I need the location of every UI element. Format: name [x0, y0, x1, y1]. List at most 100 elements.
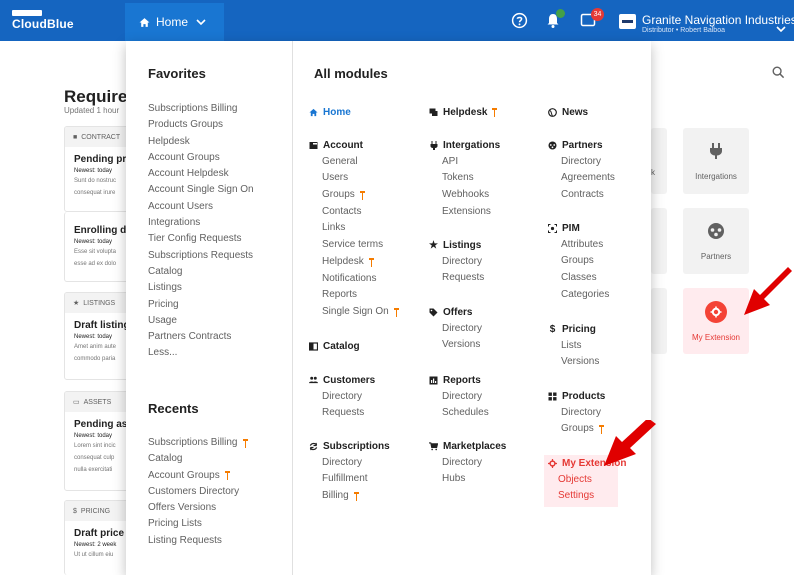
module-link[interactable]: Versions	[548, 354, 666, 371]
module-header[interactable]: Partners	[548, 137, 666, 154]
module-header[interactable]: News	[548, 104, 666, 121]
cloudblue-logo[interactable]: CloudBlue	[12, 10, 92, 31]
module-home[interactable]: Home	[309, 104, 427, 121]
module-header[interactable]: Reports	[429, 372, 547, 389]
module-link[interactable]: Classes	[548, 270, 666, 287]
module-header[interactable]: Account	[309, 137, 427, 154]
module-link[interactable]: Requests	[309, 405, 427, 422]
pin-icon[interactable]	[393, 307, 399, 317]
favorite-item[interactable]: Tier Config Requests	[148, 231, 254, 247]
module-header[interactable]: PIM	[548, 220, 666, 237]
favorite-item[interactable]: Account Groups	[148, 150, 254, 166]
enrolling-card[interactable]: Enrolling dis Newest: today Esse sit vol…	[64, 212, 134, 282]
card-newest: Newest: today	[74, 433, 113, 439]
recent-item[interactable]: Customers Directory	[148, 484, 248, 500]
tile-integrations[interactable]: Intergations	[683, 128, 749, 194]
favorite-item[interactable]: Account Users	[148, 199, 254, 215]
home-nav-button[interactable]: Home	[125, 3, 224, 41]
module-link[interactable]: Directory	[429, 254, 547, 271]
recent-item[interactable]: Offers Versions	[148, 500, 248, 516]
favorite-item[interactable]: Subscriptions Billing	[148, 101, 254, 117]
module-link[interactable]: General	[309, 154, 427, 171]
module-header[interactable]: Helpdesk	[429, 104, 547, 121]
module-header[interactable]: Catalog	[309, 338, 427, 355]
module-link[interactable]: Agreements	[548, 170, 666, 187]
favorite-item[interactable]: Integrations	[148, 215, 254, 231]
favorite-item[interactable]: Partners Contracts	[148, 329, 254, 345]
module-link[interactable]: Directory	[548, 405, 666, 422]
module-link[interactable]: Directory	[429, 389, 547, 406]
module-link[interactable]: Users	[309, 170, 427, 187]
recent-item[interactable]: Account Groups	[148, 468, 248, 484]
module-link[interactable]: Objects	[544, 472, 618, 489]
module-link[interactable]: Links	[309, 220, 427, 237]
account-chevron-down-icon[interactable]	[776, 19, 786, 37]
module-link[interactable]: Groups	[309, 187, 427, 204]
module-link[interactable]: Directory	[429, 455, 547, 472]
module-link[interactable]: Directory	[429, 321, 547, 338]
module-link[interactable]: Extensions	[429, 204, 547, 221]
favorite-item[interactable]: Helpdesk	[148, 134, 254, 150]
module-header[interactable]: $ Pricing	[548, 321, 666, 338]
module-link[interactable]: Fulfillment	[309, 471, 427, 488]
module-link[interactable]: Billing	[309, 488, 427, 505]
pricing-card[interactable]: $ PRICING Draft price l Newest: 2 week Ut…	[64, 500, 134, 575]
favorite-item[interactable]: Catalog	[148, 264, 254, 280]
favorites-less-link[interactable]: Less...	[148, 345, 254, 361]
favorite-item[interactable]: Pricing	[148, 297, 254, 313]
module-link[interactable]: Tokens	[429, 170, 547, 187]
pin-icon[interactable]	[242, 438, 248, 448]
module-link[interactable]: Attributes	[548, 237, 666, 254]
module-link[interactable]: Reports	[309, 287, 427, 304]
recent-item[interactable]: Subscriptions Billing	[148, 435, 248, 451]
module-header[interactable]: Offers	[429, 304, 547, 321]
module-link[interactable]: Single Sign On	[309, 304, 427, 321]
recent-item[interactable]: Pricing Lists	[148, 516, 248, 532]
pin-icon[interactable]	[359, 190, 365, 200]
module-link[interactable]: Directory	[309, 389, 427, 406]
pin-icon[interactable]	[368, 257, 374, 267]
module-link[interactable]: Directory	[548, 154, 666, 171]
assets-card[interactable]: ▭ ASSETS Pending ass Newest: today Lorem …	[64, 391, 134, 491]
account-name[interactable]: Granite Navigation Industries	[642, 13, 794, 27]
pin-icon[interactable]	[492, 107, 498, 117]
module-link[interactable]: Webhooks	[429, 187, 547, 204]
module-link[interactable]: API	[429, 154, 547, 171]
recent-item[interactable]: Catalog	[148, 451, 248, 467]
module-header[interactable]: Marketplaces	[429, 438, 547, 455]
favorite-item[interactable]: Listings	[148, 280, 254, 296]
listings-card[interactable]: ★ LISTINGS Draft listing Newest: today Am…	[64, 292, 134, 380]
module-link[interactable]: Notifications	[309, 271, 427, 288]
favorite-item[interactable]: Subscriptions Requests	[148, 248, 254, 264]
favorite-item[interactable]: Account Single Sign On	[148, 182, 254, 198]
module-link[interactable]: Service terms	[309, 237, 427, 254]
module-link[interactable]: Hubs	[429, 471, 547, 488]
module-link[interactable]: Requests	[429, 270, 547, 287]
module-link[interactable]: Versions	[429, 337, 547, 354]
module-link[interactable]: Settings	[544, 488, 618, 505]
module-link[interactable]: Helpdesk	[309, 254, 427, 271]
pin-icon[interactable]	[353, 491, 359, 501]
module-link[interactable]: Contracts	[548, 187, 666, 204]
module-link[interactable]: Lists	[548, 338, 666, 355]
module-link[interactable]: Contacts	[309, 204, 427, 221]
pin-icon[interactable]	[224, 471, 230, 481]
help-icon[interactable]	[511, 12, 528, 34]
module-link[interactable]: Categories	[548, 287, 666, 304]
module-link[interactable]: Directory	[309, 455, 427, 472]
module-link[interactable]: Groups	[548, 253, 666, 270]
favorite-item[interactable]: Account Helpdesk	[148, 166, 254, 182]
account-avatar[interactable]	[619, 14, 636, 29]
favorite-item[interactable]: Products Groups	[148, 117, 254, 133]
module-header[interactable]: Intergations	[429, 137, 547, 154]
module-link[interactable]: Schedules	[429, 405, 547, 422]
module-header[interactable]: Products	[548, 388, 666, 405]
module-header[interactable]: Subscriptions	[309, 438, 427, 455]
contract-card[interactable]: ■ CONTRACT Pending pro Newest: today Sunt…	[64, 126, 134, 212]
search-icon[interactable]	[772, 66, 785, 84]
module-header[interactable]: ★ Listings	[429, 237, 547, 254]
favorite-item[interactable]: Usage	[148, 313, 254, 329]
recent-item[interactable]: Listing Requests	[148, 533, 248, 549]
module-header[interactable]: Customers	[309, 372, 427, 389]
module-header[interactable]: Home	[309, 104, 427, 121]
